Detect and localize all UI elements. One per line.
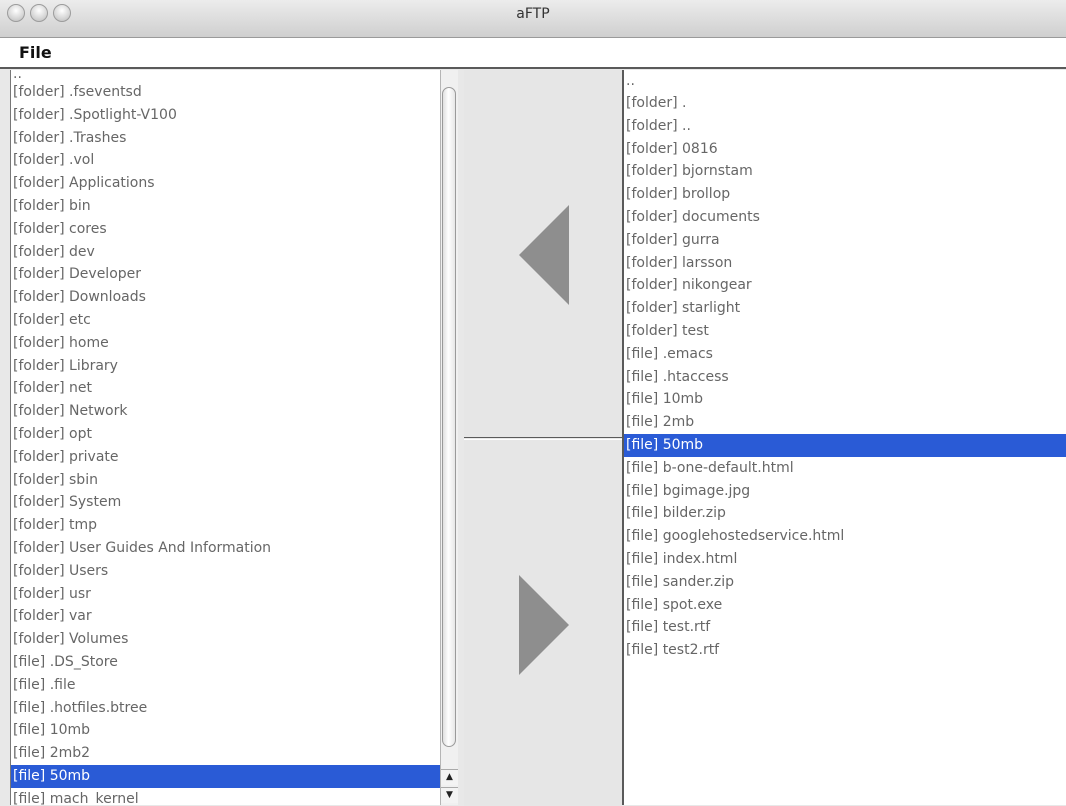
list-item[interactable]: [file] 50mb bbox=[11, 764, 441, 788]
list-item[interactable]: [folder] bin bbox=[11, 195, 441, 218]
list-item[interactable]: [folder] home bbox=[11, 332, 441, 355]
list-item[interactable]: [file] index.html bbox=[624, 548, 1066, 571]
list-item[interactable]: [folder] Downloads bbox=[11, 286, 441, 309]
list-item[interactable]: [folder] cores bbox=[11, 218, 441, 241]
list-item[interactable]: [file] 10mb bbox=[11, 719, 441, 742]
list-item[interactable]: [folder] tmp bbox=[11, 514, 441, 537]
list-item[interactable]: [file] bilder.zip bbox=[624, 502, 1066, 525]
list-item[interactable]: [folder] 0816 bbox=[624, 138, 1066, 161]
arrow-right-icon bbox=[519, 575, 569, 675]
window-title: aFTP bbox=[516, 6, 550, 22]
list-item[interactable]: [folder] Users bbox=[11, 560, 441, 583]
list-item[interactable]: [folder] larsson bbox=[624, 252, 1066, 275]
list-item[interactable]: [file] 2mb2 bbox=[11, 742, 441, 765]
list-item[interactable]: [folder] Library bbox=[11, 355, 441, 378]
list-item[interactable]: [folder] test bbox=[624, 320, 1066, 343]
list-item[interactable]: [folder] sbin bbox=[11, 469, 441, 492]
list-item[interactable]: [folder] .. bbox=[624, 115, 1066, 138]
download-button[interactable] bbox=[464, 70, 622, 438]
upload-button[interactable] bbox=[464, 439, 622, 806]
list-item[interactable]: [file] spot.exe bbox=[624, 594, 1066, 617]
menu-file[interactable]: File bbox=[19, 43, 52, 62]
list-item[interactable]: [folder] nikongear bbox=[624, 274, 1066, 297]
arrow-left-icon bbox=[519, 205, 569, 305]
local-list-scrollbar[interactable]: ▲ ▼ bbox=[440, 70, 458, 805]
list-item[interactable]: [folder] opt bbox=[11, 423, 441, 446]
scroll-down-button[interactable]: ▼ bbox=[441, 787, 458, 803]
list-item[interactable]: [folder] bjornstam bbox=[624, 160, 1066, 183]
list-item[interactable]: [folder] brollop bbox=[624, 183, 1066, 206]
list-item[interactable]: [file] .htaccess bbox=[624, 366, 1066, 389]
list-item[interactable]: [folder] Network bbox=[11, 400, 441, 423]
local-file-list[interactable]: .. [folder] .fseventsd [folder] .Spotlight… bbox=[10, 70, 441, 805]
list-item[interactable]: [file] 10mb bbox=[624, 388, 1066, 411]
list-item[interactable]: [file] test2.rtf bbox=[624, 639, 1066, 662]
list-item[interactable]: [folder] documents bbox=[624, 206, 1066, 229]
list-item[interactable]: [folder] Volumes bbox=[11, 628, 441, 651]
list-item[interactable]: [folder] usr bbox=[11, 583, 441, 606]
list-item[interactable]: [file] .emacs bbox=[624, 343, 1066, 366]
list-item[interactable]: [file] .hotfiles.btree bbox=[11, 697, 441, 720]
scrollbar-thumb[interactable] bbox=[442, 87, 456, 747]
list-item[interactable]: [folder] .Trashes bbox=[11, 127, 441, 150]
transfer-controls bbox=[462, 70, 622, 806]
list-item[interactable]: [folder] private bbox=[11, 446, 441, 469]
list-item[interactable]: [folder] User Guides And Information bbox=[11, 537, 441, 560]
list-item[interactable]: [file] googlehostedservice.html bbox=[624, 525, 1066, 548]
list-item[interactable]: [folder] var bbox=[11, 605, 441, 628]
list-item[interactable]: [folder] .fseventsd bbox=[11, 81, 441, 104]
list-item[interactable]: [file] 50mb bbox=[624, 433, 1066, 457]
list-item[interactable]: [folder] .Spotlight-V100 bbox=[11, 104, 441, 127]
list-item[interactable]: [folder] dev bbox=[11, 241, 441, 264]
title-bar: aFTP bbox=[0, 0, 1066, 38]
menu-bar: File bbox=[0, 38, 1066, 69]
list-item[interactable]: [folder] gurra bbox=[624, 229, 1066, 252]
list-item[interactable]: .. bbox=[624, 74, 1066, 92]
list-item[interactable]: [file] mach_kernel bbox=[11, 788, 441, 805]
scroll-up-button[interactable]: ▲ bbox=[441, 769, 458, 785]
list-item[interactable]: [file] bgimage.jpg bbox=[624, 480, 1066, 503]
list-item[interactable]: [file] .DS_Store bbox=[11, 651, 441, 674]
remote-file-list[interactable]: .. [folder] . [folder] .. [folder] 0816 [fol… bbox=[622, 70, 1066, 805]
list-item[interactable]: [file] b-one-default.html bbox=[624, 457, 1066, 480]
list-item[interactable]: [folder] Applications bbox=[11, 172, 441, 195]
list-item[interactable]: [file] 2mb bbox=[624, 411, 1066, 434]
list-item[interactable]: [file] .file bbox=[11, 674, 441, 697]
list-item[interactable]: [folder] starlight bbox=[624, 297, 1066, 320]
list-item[interactable]: [file] test.rtf bbox=[624, 616, 1066, 639]
list-item[interactable]: [folder] . bbox=[624, 92, 1066, 115]
list-item[interactable]: [folder] Developer bbox=[11, 263, 441, 286]
list-item[interactable]: [folder] etc bbox=[11, 309, 441, 332]
list-item[interactable]: [file] sander.zip bbox=[624, 571, 1066, 594]
list-item[interactable]: .. bbox=[11, 70, 441, 81]
list-item[interactable]: [folder] System bbox=[11, 491, 441, 514]
list-item[interactable]: [folder] net bbox=[11, 377, 441, 400]
list-item[interactable]: [folder] .vol bbox=[11, 149, 441, 172]
